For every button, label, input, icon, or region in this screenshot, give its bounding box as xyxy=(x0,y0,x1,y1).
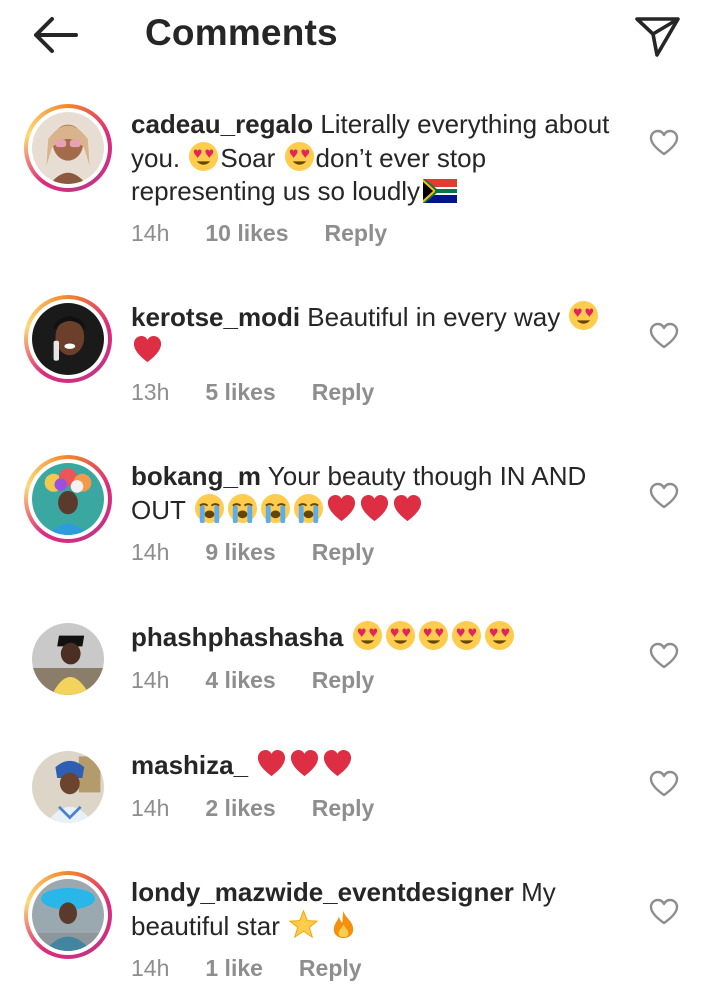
comment-likes[interactable]: 5 likes xyxy=(205,379,275,406)
comment-meta: 14h 1 like Reply xyxy=(131,955,362,982)
comment-username[interactable]: londy_mazwide_eventdesigner xyxy=(131,877,514,907)
heart-eyes-emoji-icon xyxy=(418,620,449,651)
red-heart-emoji-icon xyxy=(359,493,390,524)
reply-button[interactable]: Reply xyxy=(299,955,362,982)
heart-outline-icon xyxy=(649,129,679,156)
comment-meta: 13h 5 likes Reply xyxy=(131,379,374,406)
comment-text: londy_mazwide_eventdesigner My beautiful… xyxy=(131,876,631,943)
heart-outline-icon xyxy=(649,322,679,349)
heart-outline-icon xyxy=(649,770,679,797)
comment-likes[interactable]: 1 like xyxy=(205,955,263,982)
star-emoji-icon xyxy=(288,909,319,940)
reply-button[interactable]: Reply xyxy=(312,667,375,694)
comment-likes[interactable]: 9 likes xyxy=(205,539,275,566)
avatar[interactable] xyxy=(24,104,112,192)
red-heart-emoji-icon xyxy=(322,748,353,779)
loudly-crying-emoji-icon xyxy=(293,493,324,524)
red-heart-emoji-icon xyxy=(326,493,357,524)
comment-likes[interactable]: 10 likes xyxy=(205,220,288,247)
share-button[interactable] xyxy=(630,10,686,60)
comment-text: kerotse_modi Beautiful in every way xyxy=(131,300,631,368)
comment-text: mashiza_ xyxy=(131,748,631,782)
like-button[interactable] xyxy=(648,640,680,672)
comment-username[interactable]: bokang_m xyxy=(131,461,261,491)
loudly-crying-emoji-icon xyxy=(194,493,225,524)
page-title: Comments xyxy=(145,12,338,53)
comment-text: cadeau_regalo Literally everything about… xyxy=(131,108,631,208)
comment-text-part xyxy=(343,622,350,652)
heart-outline-icon xyxy=(649,642,679,669)
comment-time: 14h xyxy=(131,220,170,246)
red-heart-emoji-icon xyxy=(256,748,287,779)
comment-meta: 14h 9 likes Reply xyxy=(131,539,374,566)
arrow-left-icon xyxy=(34,17,78,53)
comment-text: bokang_m Your beauty though IN AND OUT xyxy=(131,460,631,527)
comment-text: phashphashasha xyxy=(131,620,631,654)
like-button[interactable] xyxy=(648,896,680,928)
comment-meta: 14h 4 likes Reply xyxy=(131,667,374,694)
paper-plane-icon xyxy=(635,17,680,57)
red-heart-emoji-icon xyxy=(132,334,163,365)
comment-text-part: Beautiful in every way xyxy=(300,302,568,332)
comment-text-part xyxy=(248,750,255,780)
comment-username[interactable]: kerotse_modi xyxy=(131,302,300,332)
avatar[interactable] xyxy=(24,295,112,383)
comment-meta: 14h 2 likes Reply xyxy=(131,795,374,822)
heart-eyes-emoji-icon xyxy=(451,620,482,651)
fire-emoji-icon xyxy=(328,909,359,940)
avatar[interactable] xyxy=(24,743,112,831)
comment-likes[interactable]: 4 likes xyxy=(205,667,275,694)
like-button[interactable] xyxy=(648,127,680,159)
red-heart-emoji-icon xyxy=(392,493,423,524)
reply-button[interactable]: Reply xyxy=(312,539,375,566)
reply-button[interactable]: Reply xyxy=(312,379,375,406)
avatar[interactable] xyxy=(24,615,112,703)
avatar[interactable] xyxy=(24,455,112,543)
comment-time: 14h xyxy=(131,795,170,821)
comment-time: 14h xyxy=(131,667,170,693)
reply-button[interactable]: Reply xyxy=(312,795,375,822)
heart-eyes-emoji-icon xyxy=(568,300,599,331)
comment-username[interactable]: phashphashasha xyxy=(131,622,343,652)
comment-likes[interactable]: 2 likes xyxy=(205,795,275,822)
loudly-crying-emoji-icon xyxy=(260,493,291,524)
heart-eyes-emoji-icon xyxy=(352,620,383,651)
loudly-crying-emoji-icon xyxy=(227,493,258,524)
heart-eyes-emoji-icon xyxy=(188,141,219,172)
reply-button[interactable]: Reply xyxy=(325,220,388,247)
heart-eyes-emoji-icon xyxy=(484,620,515,651)
avatar[interactable] xyxy=(24,871,112,959)
comment-time: 13h xyxy=(131,379,170,405)
comment-time: 14h xyxy=(131,955,170,981)
heart-eyes-emoji-icon xyxy=(385,620,416,651)
comment-meta: 14h 10 likes Reply xyxy=(131,220,387,247)
heart-outline-icon xyxy=(649,898,679,925)
south-africa-flag-icon xyxy=(423,179,458,203)
like-button[interactable] xyxy=(648,320,680,352)
heart-outline-icon xyxy=(649,482,679,509)
comment-username[interactable]: cadeau_regalo xyxy=(131,109,313,139)
like-button[interactable] xyxy=(648,768,680,800)
header-bar: Comments xyxy=(0,0,720,80)
like-button[interactable] xyxy=(648,480,680,512)
comment-time: 14h xyxy=(131,539,170,565)
back-button[interactable] xyxy=(26,10,86,60)
heart-eyes-emoji-icon xyxy=(284,141,315,172)
comment-username[interactable]: mashiza_ xyxy=(131,750,248,780)
comment-text-part: Soar xyxy=(220,143,283,173)
red-heart-emoji-icon xyxy=(289,748,320,779)
